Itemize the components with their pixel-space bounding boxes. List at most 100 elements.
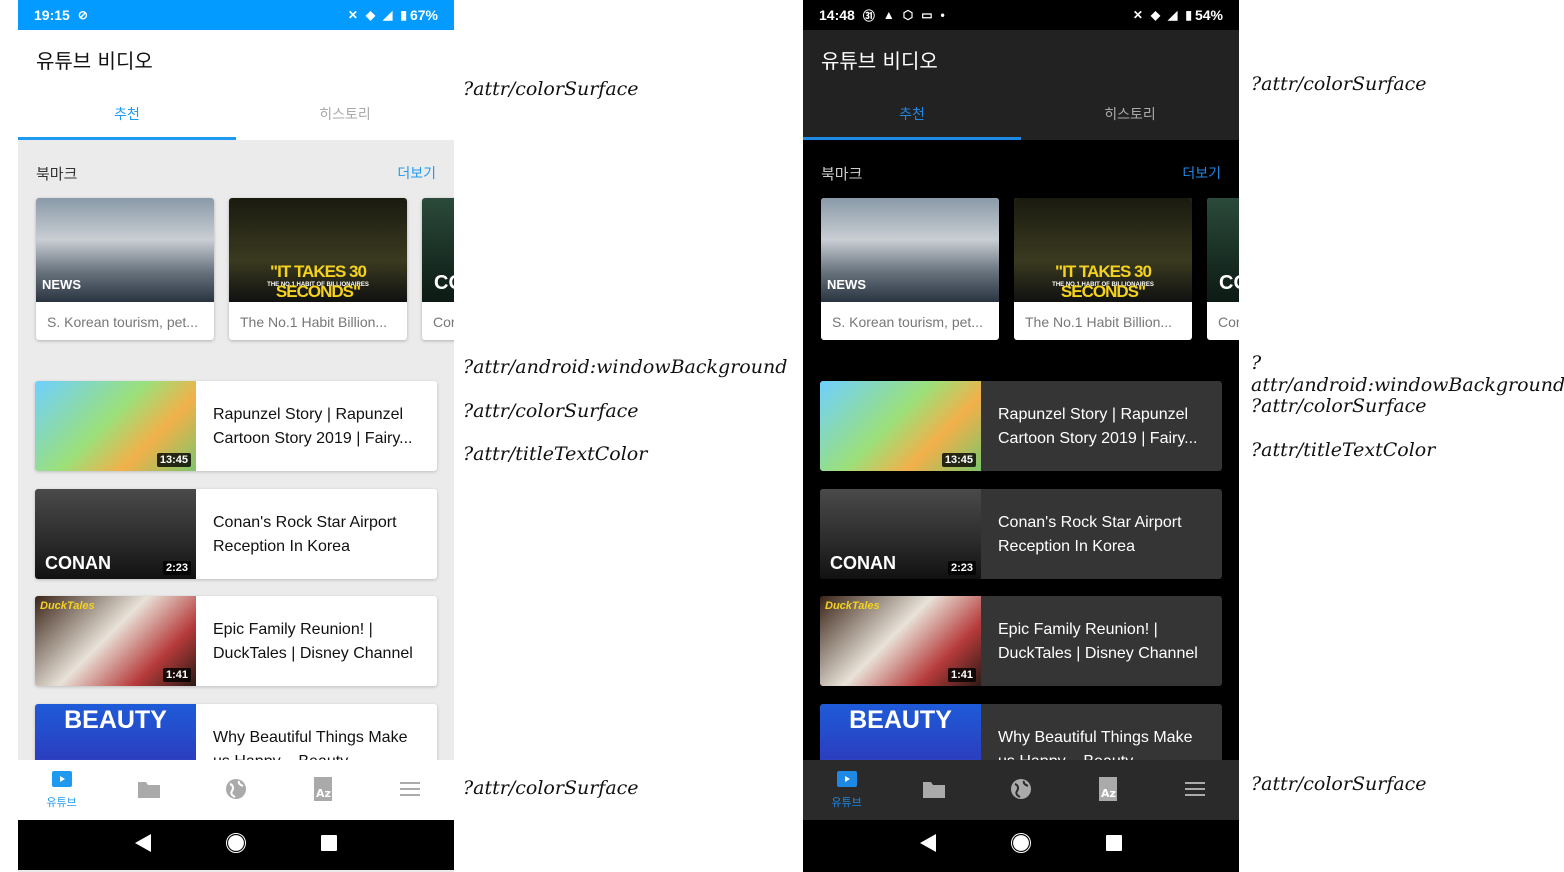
thumbnail-caption: "IT TAKES 30 SECONDS" [270, 262, 367, 301]
video-title-text: Conan's Rock Star Airport Reception In K… [998, 514, 1182, 555]
bookmark-title: The No.1 Habit Billion... [240, 314, 388, 330]
bell-off-icon: ✕ [347, 8, 358, 22]
warning-icon: ▲ [882, 8, 895, 22]
video-thumbnail: BEAUTY [820, 704, 981, 760]
annotation-label: ?attr/colorSurface [1251, 773, 1427, 795]
bottom-nav-item[interactable] [192, 760, 279, 820]
phone-dark: 14:48 ㉛ ▲ ⬡ ▭ • ✕ ◆ ◢ ▮ 54% 유튜브 비디오 추천 히스토리 북마크 더보기 NEWS… [803, 0, 1239, 872]
video-duration: 2:23 [947, 561, 976, 575]
wifi-icon: ◆ [365, 8, 376, 22]
video-title-text: Rapunzel Story | Rapunzel Cartoon Story … [213, 406, 413, 447]
video-title: Rapunzel Story | Rapunzel Cartoon Story … [196, 381, 437, 471]
thumbnail-caption: NEWS [42, 277, 81, 292]
video-list-item[interactable]: CONAN 2:23 Conan's Rock Star Airport Recep… [820, 489, 1222, 579]
bottom-nav-item[interactable] [367, 760, 454, 820]
status-bar: 19:15 ⊘ ✕ ◆ ◢ ▮ 67% [18, 0, 454, 30]
video-list-item[interactable]: BEAUTY Why Beautiful Things Make us Happy… [820, 704, 1222, 760]
thumbnail-caption: CONAN [45, 553, 111, 573]
annotation-label: ?attr/android:windowBackground [1251, 352, 1564, 396]
video-list-item[interactable]: CONAN 2:23 Conan's Rock Star Airport Recep… [35, 489, 437, 579]
bookmarks-heading: 북마크 [821, 165, 863, 183]
bookmark-card[interactable]: THE NO.1 HABIT OF BILLIONAIRES "IT TAKES … [229, 198, 407, 340]
bottom-nav-item[interactable] [977, 760, 1064, 820]
video-duration: 13:45 [156, 453, 191, 467]
bottom-navigation: 유튜브 Az [803, 760, 1239, 820]
thumbnail-caption: BEAUTY [849, 706, 952, 734]
content-area: 북마크 더보기 NEWS S. Korean tourism, pet... THE N… [18, 140, 454, 760]
video-title: Conan's Rock Star Airport Reception In K… [981, 489, 1222, 579]
bookmark-thumbnail: NEWS [36, 198, 214, 302]
video-thumbnail: 13:45 [35, 381, 196, 471]
thumbnail-caption: DuckTales [40, 600, 95, 612]
bookmark-card[interactable]: THE NO.1 HABIT OF BILLIONAIRES "IT TAKES … [1014, 198, 1192, 340]
folder-icon [137, 779, 161, 802]
status-bar: 14:48 ㉛ ▲ ⬡ ▭ • ✕ ◆ ◢ ▮ 54% [803, 0, 1239, 30]
more-button[interactable]: 더보기 [397, 163, 436, 184]
video-title-text: Why Beautiful Things Make us Happy – Bea… [213, 729, 408, 760]
bottom-nav-item[interactable] [890, 760, 977, 820]
video-list-item[interactable]: DuckTales 1:41 Epic Family Reunion! | Duck… [820, 596, 1222, 686]
bottom-nav-item[interactable] [105, 760, 192, 820]
bookmark-thumbnail: NEWS [821, 198, 999, 302]
bookmark-thumbnail: CO [1207, 198, 1239, 302]
annotation-label: ?attr/colorSurface [463, 400, 639, 422]
bottom-nav-label: 유튜브 [46, 796, 77, 809]
svg-text:Az: Az [316, 787, 331, 800]
video-thumbnail: CONAN 2:23 [820, 489, 981, 579]
video-title-text: Conan's Rock Star Airport Reception In K… [213, 514, 397, 555]
hexagon-play-icon: ⬡ [902, 8, 914, 22]
bookmark-card[interactable]: NEWS S. Korean tourism, pet... [821, 198, 999, 340]
video-list-item[interactable]: 13:45 Rapunzel Story | Rapunzel Cartoon S… [35, 381, 437, 471]
cast-icon: ▭ [921, 8, 933, 22]
annotation-label: ?attr/colorSurface [1251, 395, 1427, 417]
back-icon[interactable] [920, 834, 937, 856]
thumbnail-caption: CO [434, 272, 454, 294]
svg-text:Az: Az [1101, 787, 1116, 800]
video-title: Why Beautiful Things Make us Happy – Bea… [981, 704, 1222, 760]
video-list-item[interactable]: BEAUTY Why Beautiful Things Make us Happy… [35, 704, 437, 760]
video-title-text: Why Beautiful Things Make us Happy – Bea… [998, 729, 1193, 760]
annotation-label: ?attr/titleTextColor [1251, 439, 1436, 461]
bottom-nav-item[interactable]: Az [280, 760, 367, 820]
bookmark-card[interactable]: NEWS S. Korean tourism, pet... [36, 198, 214, 340]
battery-charging-icon: ▮ [400, 8, 407, 22]
recents-icon[interactable] [1105, 835, 1122, 855]
recents-icon[interactable] [320, 835, 337, 855]
home-icon[interactable] [225, 833, 246, 857]
more-button[interactable]: 더보기 [1182, 163, 1221, 184]
tab-history[interactable]: 히스토리 [236, 88, 454, 140]
video-duration: 1:41 [162, 668, 191, 682]
app-bar: 유튜브 비디오 [803, 30, 1239, 88]
tab-recommended[interactable]: 추천 [18, 88, 236, 140]
video-thumbnail: CONAN 2:23 [35, 489, 196, 579]
bell-off-icon: ✕ [1132, 8, 1143, 22]
battery-level: 67% [409, 7, 438, 23]
home-icon[interactable] [1010, 833, 1031, 857]
bookmark-card[interactable]: CO Cor [422, 198, 454, 340]
video-thumbnail: DuckTales 1:41 [35, 596, 196, 686]
video-duration: 1:41 [947, 668, 976, 682]
annotation-label: ?attr/titleTextColor [463, 443, 648, 465]
back-icon[interactable] [135, 834, 152, 856]
bottom-nav-item[interactable]: Az [1065, 760, 1152, 820]
video-thumbnail: 13:45 [820, 381, 981, 471]
tab-history[interactable]: 히스토리 [1021, 88, 1239, 140]
video-title: Rapunzel Story | Rapunzel Cartoon Story … [981, 381, 1222, 471]
video-list-item[interactable]: DuckTales 1:41 Epic Family Reunion! | Duck… [35, 596, 437, 686]
tab-recommended[interactable]: 추천 [803, 88, 1021, 140]
bottom-navigation: 유튜브 Az [18, 760, 454, 820]
system-navigation [803, 820, 1239, 870]
bottom-nav-item[interactable]: 유튜브 [18, 760, 105, 820]
bookmark-card[interactable]: CO Cor [1207, 198, 1239, 340]
annotation-label: ?attr/colorSurface [463, 777, 639, 799]
signal-icon: ◢ [1168, 8, 1178, 22]
bottom-nav-item[interactable] [1152, 760, 1239, 820]
status-time: 19:15 [34, 7, 70, 23]
bottom-nav-item[interactable]: 유튜브 [803, 760, 890, 820]
youtube-play-icon [51, 770, 73, 791]
sync-icon: ⊘ [77, 8, 88, 22]
thumbnail-caption: CONAN [830, 553, 896, 573]
app-title: 유튜브 비디오 [36, 48, 153, 73]
video-duration: 2:23 [162, 561, 191, 575]
video-list-item[interactable]: 13:45 Rapunzel Story | Rapunzel Cartoon S… [820, 381, 1222, 471]
